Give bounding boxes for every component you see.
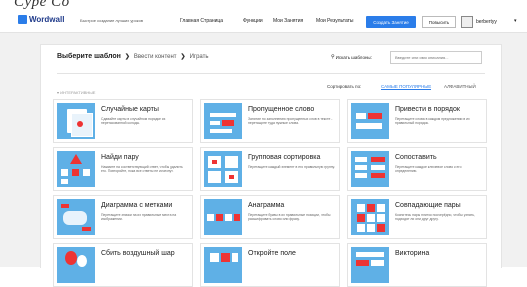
- template-card-labelled-diagram[interactable]: Диаграмма с метками Перетащите значки на…: [53, 195, 193, 239]
- card-title: Сопоставить: [395, 154, 437, 161]
- card-description: Сдавайте карты в случайном порядке из пе…: [101, 117, 166, 126]
- nav-home[interactable]: Главная Страница: [180, 18, 223, 24]
- create-activity-button[interactable]: Создать Занятие: [366, 16, 416, 28]
- template-card-matching-pairs[interactable]: Совпадающие пары Коснитесь пары плиток п…: [347, 195, 487, 239]
- top-strip: Cype Со: [0, 0, 527, 12]
- card-title: Случайные карты: [101, 106, 159, 113]
- chevron-down-icon[interactable]: ▾: [514, 18, 517, 24]
- match-up-icon: [351, 151, 389, 187]
- logo-text: Wordwall: [29, 15, 65, 24]
- logo[interactable]: Wordwall: [18, 15, 64, 24]
- breadcrumb-step-play: Играть: [189, 53, 209, 60]
- card-title: Откройте поле: [248, 250, 296, 257]
- tagline: Быстрое создание лучших уроков: [80, 18, 143, 23]
- template-card-find-match[interactable]: Найди пару Нажмите на соответствующий от…: [53, 147, 193, 191]
- nav-my-results[interactable]: Мои Результаты: [316, 18, 354, 24]
- section-label-interactive[interactable]: ▾ ИНТЕРАКТИВНЫЕ: [57, 90, 95, 95]
- card-title: Сбить воздушный шар: [101, 250, 175, 257]
- avatar[interactable]: [461, 16, 473, 28]
- page-heading-peek: Cype Со: [14, 0, 70, 10]
- user-name[interactable]: berbertyy: [476, 19, 497, 25]
- template-card-group-sort[interactable]: Групповая сортировка Перетащите каждый э…: [200, 147, 340, 191]
- template-card-unjumble[interactable]: Привести в порядок Перетащите слова в ка…: [347, 99, 487, 143]
- missing-word-icon: [204, 103, 242, 139]
- card-description: Перетащите значки на их правильные места…: [101, 213, 177, 222]
- navbar: Wordwall Быстрое создание лучших уроков …: [0, 12, 527, 33]
- search-input[interactable]: [390, 51, 482, 64]
- matching-pairs-icon: [351, 199, 389, 235]
- card-description: Нажмите на соответствующий ответ, чтобы …: [101, 165, 183, 174]
- card-description: Коснитесь пары плиток поочерёдно, чтобы …: [395, 213, 475, 222]
- template-card-anagram[interactable]: Анаграмма Перетащите буквы в их правильн…: [200, 195, 340, 239]
- card-description: Перетащите слова в каждом предложении в …: [395, 117, 470, 126]
- card-title: Найди пару: [101, 154, 139, 161]
- divider: [57, 73, 485, 74]
- card-title: Пропущенное слово: [248, 106, 315, 113]
- sort-label: Сортировать по:: [327, 84, 362, 89]
- sort-popular-tab[interactable]: САМЫЕ ПОПУЛЯРНЫЕ: [381, 84, 432, 90]
- card-title: Привести в порядок: [395, 106, 460, 113]
- quiz-icon: [351, 247, 389, 283]
- card-description: Занятие по заполнению пропущенных слов в…: [248, 117, 333, 126]
- template-card-open-box[interactable]: Откройте поле: [200, 243, 340, 287]
- template-card-missing-word[interactable]: Пропущенное слово Занятие по заполнению …: [200, 99, 340, 143]
- anagram-icon: [204, 199, 242, 235]
- chevron-right-icon: ❯: [180, 54, 186, 60]
- template-panel: Выберите шаблон ❯ Ввести контент ❯ Играт…: [40, 44, 502, 287]
- nav-features[interactable]: Функции: [243, 18, 263, 24]
- card-title: Викторина: [395, 250, 430, 257]
- group-sort-icon: [204, 151, 242, 187]
- card-title: Диаграмма с метками: [101, 202, 173, 209]
- card-title: Анаграмма: [248, 202, 285, 209]
- breadcrumb: Выберите шаблон ❯ Ввести контент ❯ Играт…: [57, 53, 208, 60]
- template-card-match-up[interactable]: Сопоставить Перетащите каждое ключевое с…: [347, 147, 487, 191]
- template-card-quiz[interactable]: Викторина: [347, 243, 487, 287]
- upgrade-button[interactable]: Повысить: [422, 16, 456, 28]
- card-description: Перетащите каждое ключевое слово к его о…: [395, 165, 462, 174]
- cards-icon: [57, 103, 95, 139]
- search-icon: ⚲: [331, 54, 335, 60]
- search-label-text: Искать шаблоны:: [335, 54, 372, 60]
- card-description: Перетащите каждый элемент в его правильн…: [248, 165, 335, 169]
- breadcrumb-step-content: Ввести контент: [133, 53, 177, 60]
- chevron-right-icon: ❯: [124, 54, 130, 60]
- sort-alphabetical-tab[interactable]: АЛФАВИТНЫЙ: [444, 84, 476, 89]
- content-area: Выберите шаблон ❯ Ввести контент ❯ Играт…: [0, 33, 527, 287]
- labelled-diagram-icon: [57, 199, 95, 235]
- template-card-balloon-pop[interactable]: Сбить воздушный шар: [53, 243, 193, 287]
- order-icon: [351, 103, 389, 139]
- card-title: Групповая сортировка: [248, 154, 321, 161]
- card-title: Совпадающие пары: [395, 202, 461, 209]
- search-label: ⚲ Искать шаблоны:: [331, 54, 372, 60]
- find-match-icon: [57, 151, 95, 187]
- breadcrumb-step-choose: Выберите шаблон: [57, 53, 121, 60]
- balloon-icon: [57, 247, 95, 283]
- logo-icon: [18, 15, 27, 24]
- open-box-icon: [204, 247, 242, 283]
- nav-my-activities[interactable]: Мои Занятия: [273, 18, 303, 24]
- card-description: Перетащите буквы в их правильные позиции…: [248, 213, 331, 222]
- template-card-random-cards[interactable]: Случайные карты Сдавайте карты в случайн…: [53, 99, 193, 143]
